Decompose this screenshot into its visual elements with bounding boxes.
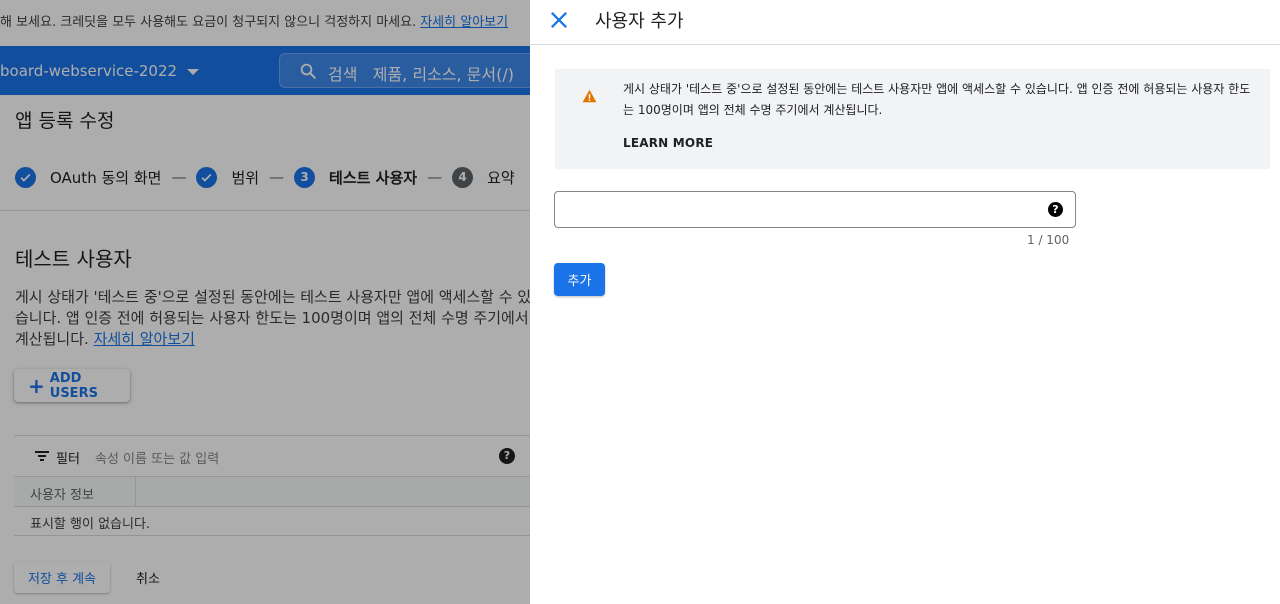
panel-title: 사용자 추가: [595, 11, 684, 32]
info-notice: 게시 상태가 '테스트 중'으로 설정된 동안에는 테스트 사용자만 앱에 액세…: [555, 69, 1270, 169]
help-icon[interactable]: ?: [1048, 202, 1063, 217]
character-counter: 1 / 100: [1027, 233, 1070, 247]
warning-icon: [582, 89, 597, 103]
learn-more-button[interactable]: LEARN MORE: [623, 136, 713, 150]
notice-text: 게시 상태가 '테스트 중'으로 설정된 동안에는 테스트 사용자만 앱에 액세…: [623, 82, 1251, 117]
add-user-panel: 사용자 추가 게시 상태가 '테스트 중'으로 설정된 동안에는 테스트 사용자…: [530, 0, 1280, 604]
panel-header: 사용자 추가: [530, 0, 1280, 45]
close-icon[interactable]: [548, 9, 570, 31]
add-button[interactable]: 추가: [554, 263, 605, 296]
modal-scrim[interactable]: [0, 0, 530, 604]
user-email-input[interactable]: [554, 191, 1076, 228]
